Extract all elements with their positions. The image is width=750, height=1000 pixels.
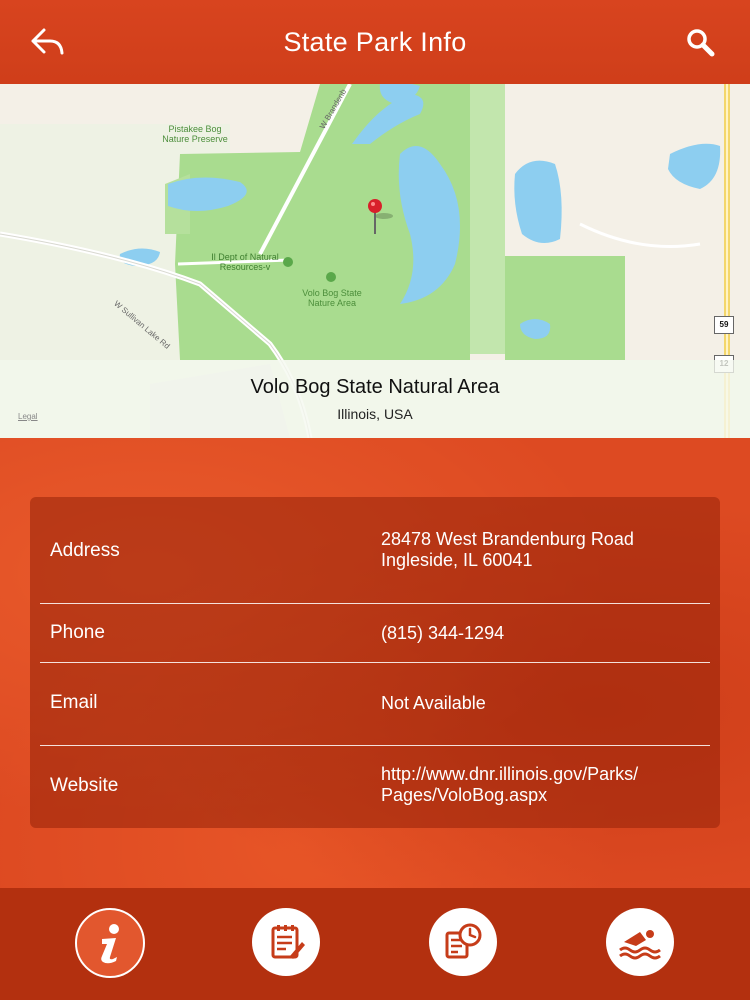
park-info-card: Address 28478 West Brandenburg Road Ingl…: [30, 497, 720, 828]
info-icon: [101, 924, 119, 964]
route-shield-59: 59: [714, 316, 734, 334]
search-button[interactable]: [684, 26, 718, 60]
swimmer-icon: [619, 930, 661, 960]
tab-notes[interactable]: [252, 908, 320, 976]
map-view[interactable]: Pistakee Bog Nature Preserve Il Dept of …: [0, 84, 750, 438]
map-label-volo: Volo Bog State Nature Area: [302, 288, 362, 308]
back-button[interactable]: [28, 24, 68, 60]
map-label-dnr: Il Dept of Natural Resources-v: [211, 252, 279, 272]
website-row[interactable]: Website http://www.dnr.illinois.gov/Park…: [30, 746, 720, 828]
map-label-pistakee: Pistakee Bog Nature Preserve: [162, 124, 228, 144]
website-value[interactable]: http://www.dnr.illinois.gov/Parks/ Pages…: [381, 764, 711, 806]
website-line2: Pages/VoloBog.aspx: [381, 785, 548, 805]
page-title: State Park Info: [283, 26, 467, 57]
website-label: Website: [50, 775, 119, 796]
legal-link[interactable]: Legal: [18, 412, 38, 421]
phone-value: (815) 344-1294: [381, 623, 505, 643]
tab-activities[interactable]: [606, 908, 674, 976]
phone-label: Phone: [50, 622, 105, 643]
notes-icon: [271, 925, 305, 959]
phone-row[interactable]: Phone (815) 344-1294: [30, 604, 720, 662]
website-line1: http://www.dnr.illinois.gov/Parks/: [381, 764, 639, 784]
email-label: Email: [50, 692, 98, 713]
address-label: Address: [50, 540, 120, 561]
place-name: Volo Bog State Natural Area: [250, 376, 500, 398]
email-value: Not Available: [381, 693, 486, 713]
schedule-clock-icon: [445, 923, 482, 959]
tab-schedule[interactable]: [429, 908, 497, 976]
tab-info[interactable]: [75, 908, 145, 978]
address-line2: Ingleside, IL 60041: [381, 550, 533, 570]
address-line1: 28478 West Brandenburg Road: [381, 529, 634, 549]
tab-bar: [0, 888, 750, 1000]
place-region: Illinois, USA: [337, 406, 413, 422]
email-row: Email Not Available: [30, 663, 720, 745]
search-icon: [687, 29, 715, 57]
back-arrow-icon: [31, 28, 64, 55]
address-row: Address 28478 West Brandenburg Road Ingl…: [30, 497, 720, 603]
address-value: 28478 West Brandenburg Road Ingleside, I…: [381, 529, 711, 571]
place-card: Volo Bog State Natural Area Illinois, US…: [0, 360, 750, 438]
nav-header: State Park Info: [0, 0, 750, 85]
